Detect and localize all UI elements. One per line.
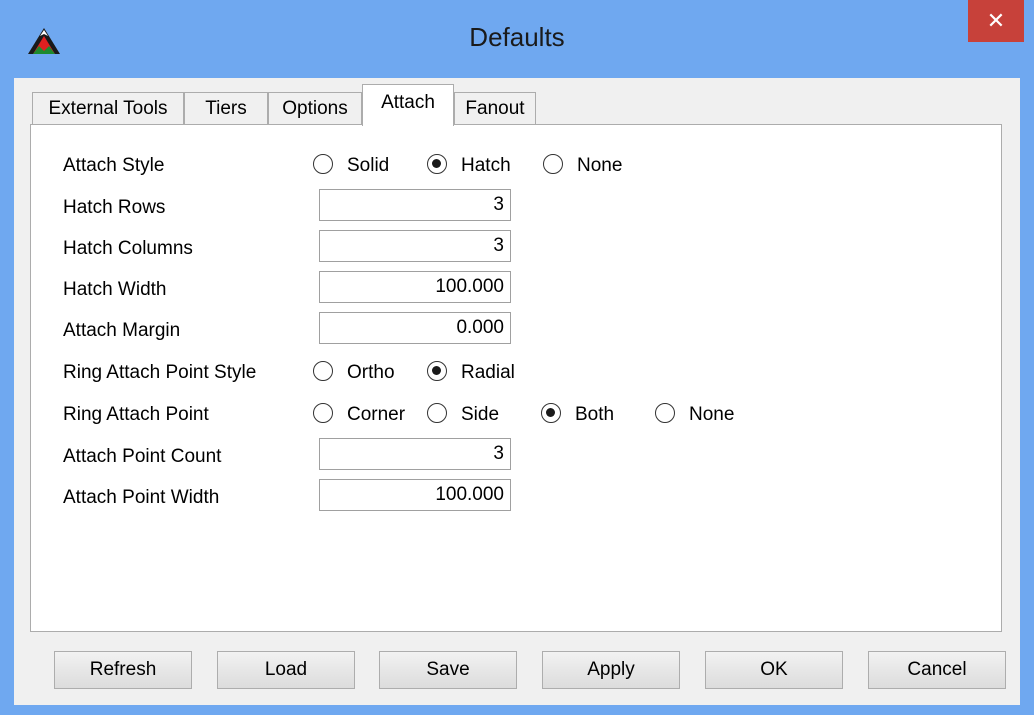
tab-external-tools[interactable]: External Tools — [32, 92, 184, 124]
attach-margin-label: Attach Margin — [63, 320, 181, 341]
cancel-button[interactable]: Cancel — [868, 651, 1006, 689]
ring-attach-point-label: Ring Attach Point — [63, 404, 209, 425]
attach-point-count-input[interactable]: 3 — [319, 438, 511, 470]
hatch-columns-label: Hatch Columns — [63, 238, 193, 259]
ring-point-none-radio[interactable] — [655, 403, 675, 423]
attach-style-none-radio[interactable] — [543, 154, 563, 174]
ring-style-ortho-label[interactable]: Ortho — [347, 362, 395, 384]
tab-tiers[interactable]: Tiers — [184, 92, 268, 124]
ring-point-none-label[interactable]: None — [689, 404, 734, 426]
window-title: Defaults — [469, 22, 565, 52]
attach-point-count-label: Attach Point Count — [63, 446, 222, 467]
tab-attach[interactable]: Attach — [362, 84, 454, 126]
attach-style-solid-label[interactable]: Solid — [347, 155, 389, 177]
ring-style-radial-label[interactable]: Radial — [461, 362, 515, 384]
ring-point-corner-label[interactable]: Corner — [347, 404, 405, 426]
title-bar[interactable]: Defaults ✕ — [0, 0, 1034, 78]
close-icon: ✕ — [986, 8, 1006, 33]
ring-point-both-radio[interactable] — [541, 403, 561, 423]
save-button[interactable]: Save — [379, 651, 517, 689]
attach-point-width-label: Attach Point Width — [63, 487, 220, 508]
hatch-rows-input[interactable]: 3 — [319, 189, 511, 221]
ok-button[interactable]: OK — [705, 651, 843, 689]
tab-fanout[interactable]: Fanout — [454, 92, 536, 124]
hatch-rows-label: Hatch Rows — [63, 197, 166, 218]
load-button[interactable]: Load — [217, 651, 355, 689]
attach-style-hatch-label[interactable]: Hatch — [461, 155, 511, 177]
attach-point-width-input[interactable]: 100.000 — [319, 479, 511, 511]
attach-style-hatch-radio[interactable] — [427, 154, 447, 174]
hatch-columns-input[interactable]: 3 — [319, 230, 511, 262]
ring-style-ortho-radio[interactable] — [313, 361, 333, 381]
ring-point-side-label[interactable]: Side — [461, 404, 499, 426]
tab-options[interactable]: Options — [268, 92, 362, 124]
close-button[interactable]: ✕ — [968, 0, 1024, 42]
ring-point-corner-radio[interactable] — [313, 403, 333, 423]
ring-point-side-radio[interactable] — [427, 403, 447, 423]
attach-style-none-label[interactable]: None — [577, 155, 622, 177]
ring-attach-point-style-label: Ring Attach Point Style — [63, 362, 257, 383]
apply-button[interactable]: Apply — [542, 651, 680, 689]
attach-panel: Attach Style Solid Hatch None Hatch Rows… — [30, 124, 1002, 632]
attach-style-label: Attach Style — [63, 155, 165, 176]
hatch-width-label: Hatch Width — [63, 279, 167, 300]
dialog-body: External Tools Tiers Options Attach Fano… — [14, 78, 1020, 705]
ring-style-radial-radio[interactable] — [427, 361, 447, 381]
ring-point-both-label[interactable]: Both — [575, 404, 614, 426]
refresh-button[interactable]: Refresh — [54, 651, 192, 689]
attach-style-solid-radio[interactable] — [313, 154, 333, 174]
defaults-window: Defaults ✕ External Tools Tiers Options … — [0, 0, 1034, 715]
attach-margin-input[interactable]: 0.000 — [319, 312, 511, 344]
hatch-width-input[interactable]: 100.000 — [319, 271, 511, 303]
